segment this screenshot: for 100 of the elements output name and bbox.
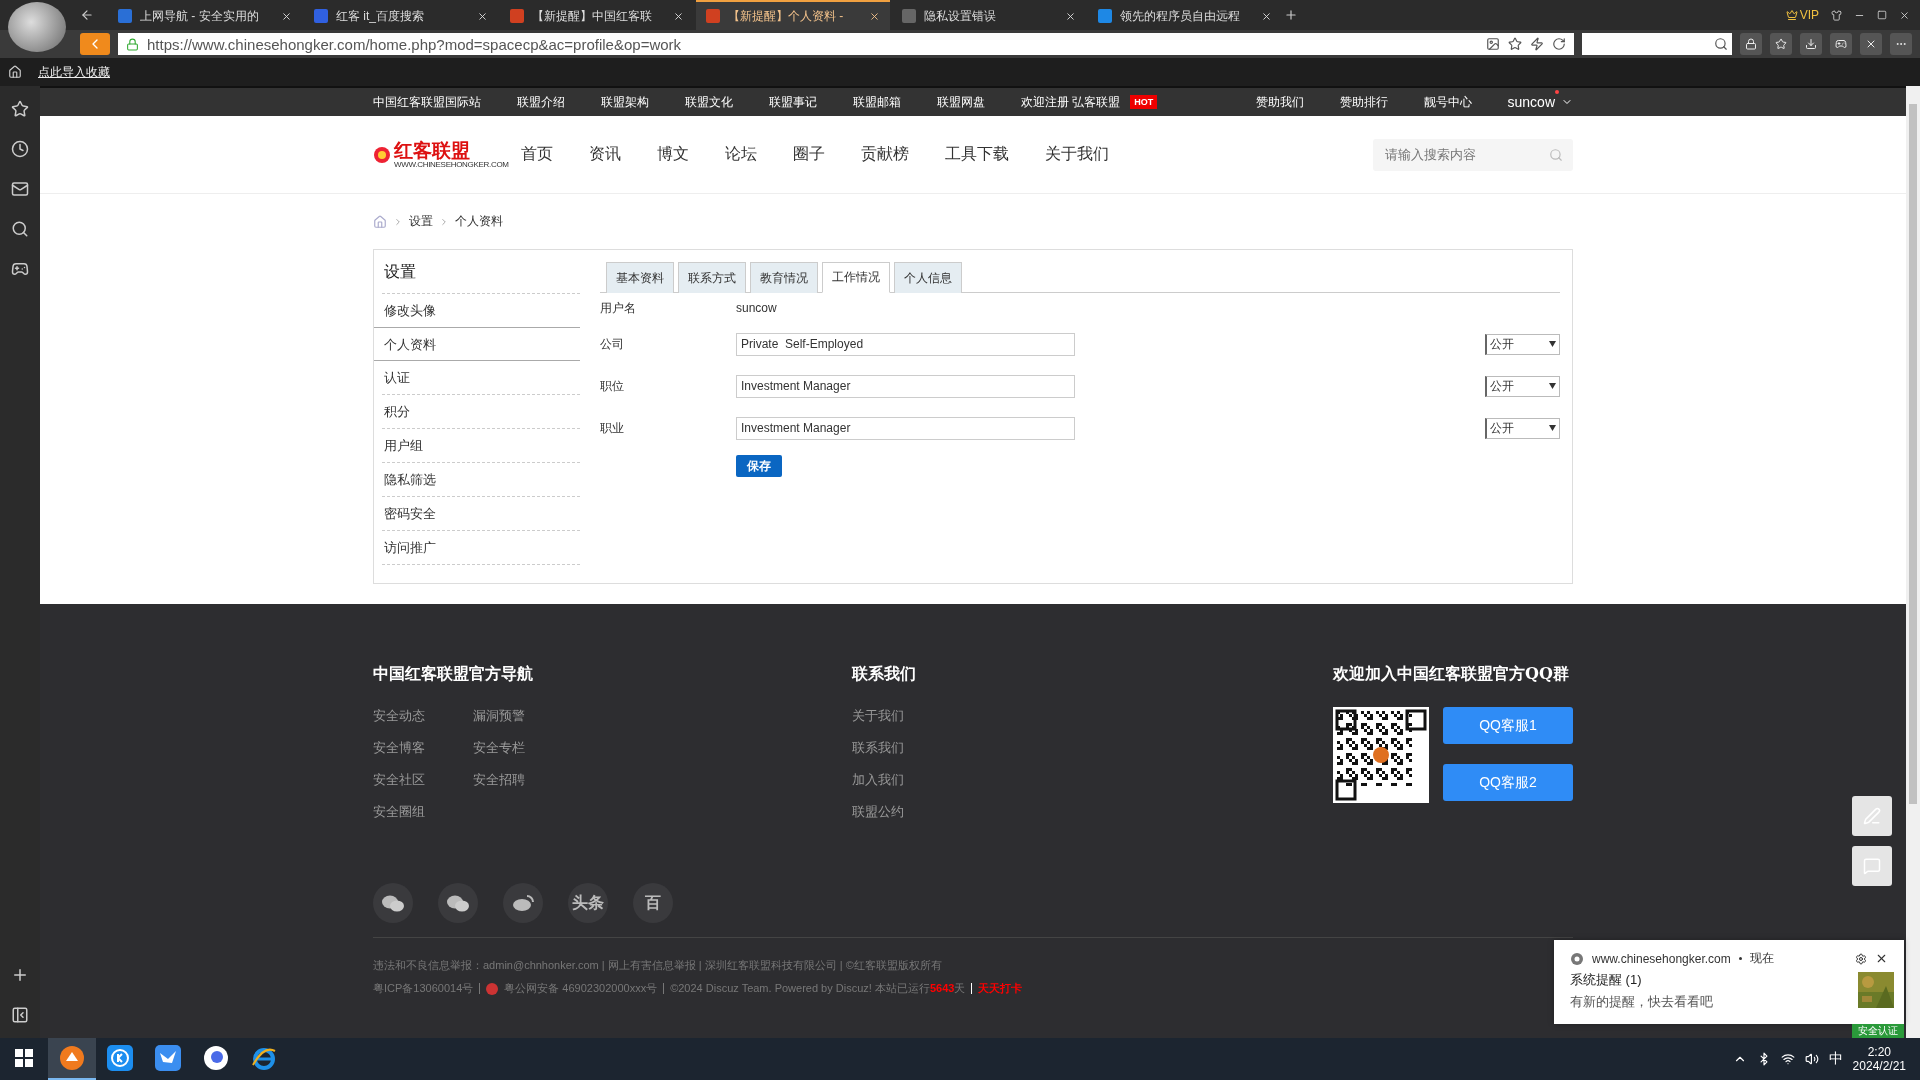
profile-tab[interactable]: 基本资料	[606, 262, 674, 293]
close-tab-icon[interactable]	[673, 10, 684, 22]
nav-link[interactable]: 资讯	[588, 144, 621, 165]
settings-menu-item[interactable]: 积分	[382, 395, 580, 429]
close-tab-icon[interactable]	[281, 10, 292, 22]
bird-app-icon[interactable]	[155, 1045, 181, 1071]
top-nav-link[interactable]: 靓号中心	[1423, 93, 1472, 111]
collapse-icon[interactable]	[11, 1006, 29, 1024]
wechat-icon[interactable]	[438, 883, 478, 923]
privacy-select[interactable]: 公开	[1485, 417, 1560, 439]
footer-link[interactable]: 关于我们	[852, 707, 952, 725]
profile-tab[interactable]: 联系方式	[678, 262, 746, 293]
clock-icon[interactable]	[11, 140, 29, 158]
footer-link[interactable]: 安全博客	[373, 739, 473, 757]
top-nav-link[interactable]: 赞助排行	[1339, 93, 1388, 111]
footer-link[interactable]: 安全圈组	[373, 803, 473, 821]
download-icon[interactable]	[1800, 33, 1822, 55]
nav-link[interactable]: 博文	[656, 144, 689, 165]
home-icon[interactable]	[8, 65, 22, 79]
settings-icon[interactable]	[1855, 952, 1867, 965]
gamepad-icon[interactable]	[11, 260, 29, 278]
top-nav-link[interactable]: 联盟文化	[685, 93, 733, 111]
close-icon[interactable]	[1899, 9, 1910, 21]
settings-menu-item[interactable]: 密码安全	[382, 497, 580, 531]
close-icon[interactable]	[1875, 952, 1888, 965]
close-tab-icon[interactable]	[1261, 10, 1272, 22]
logo-icon[interactable]	[373, 144, 391, 165]
scrollbar-thumb[interactable]	[1909, 104, 1917, 804]
search-icon[interactable]	[1714, 37, 1728, 51]
input-field[interactable]: Investment Manager	[736, 374, 1075, 398]
settings-menu-item[interactable]: 用户组	[382, 429, 580, 463]
reload-icon[interactable]	[1552, 37, 1566, 51]
settings-menu-item[interactable]: 隐私筛选	[382, 463, 580, 497]
add-icon[interactable]	[11, 966, 29, 984]
breadcrumb-link[interactable]: 设置	[409, 213, 433, 230]
input-field[interactable]: Investment Manager	[736, 416, 1075, 440]
nav-link[interactable]: 工具下载	[944, 144, 1009, 165]
profile-tab[interactable]: 个人信息	[894, 262, 962, 293]
import-bookmarks-link[interactable]: 点此导入收藏	[38, 63, 110, 81]
browser-tab[interactable]: 领先的程序员自由远程	[1088, 0, 1282, 30]
site-logo[interactable]: 红客联盟	[394, 140, 509, 160]
caret-icon[interactable]	[1549, 341, 1556, 347]
gamepad-icon[interactable]	[1830, 33, 1852, 55]
footer-link[interactable]: 安全动态	[373, 707, 473, 725]
caret-icon[interactable]	[1549, 383, 1556, 389]
clock-date[interactable]: 2024/2/21	[1852, 1059, 1906, 1073]
top-nav-link[interactable]: 联盟介绍	[517, 93, 565, 111]
social-link[interactable]: 百	[633, 883, 673, 923]
profile-tab[interactable]: 工作情况	[822, 262, 890, 293]
volume-icon[interactable]	[1804, 1052, 1819, 1066]
privacy-select[interactable]: 公开	[1485, 333, 1560, 355]
close-icon[interactable]	[1860, 33, 1882, 55]
top-nav-link[interactable]: 联盟邮箱	[853, 93, 901, 111]
mail-icon[interactable]	[11, 180, 29, 198]
wifi-icon[interactable]	[1780, 1052, 1795, 1066]
vip-badge[interactable]: VIP	[1785, 8, 1819, 22]
notification-popup[interactable]: www.chinesehongker.com 现在 系统提醒 (1) 有新的提醒，快去看看吧	[1554, 940, 1904, 1024]
browser-tab[interactable]: 【新提醒】中国红客联	[500, 0, 694, 30]
more-icon[interactable]	[1890, 33, 1912, 55]
settings-menu-item[interactable]: 个人资料	[374, 327, 580, 361]
site-search-field[interactable]: 请输入搜索内容	[1373, 138, 1573, 171]
save-button[interactable]: 保存	[736, 455, 782, 477]
close-tab-icon[interactable]	[869, 10, 880, 22]
skin-icon[interactable]	[1831, 9, 1842, 21]
caret-icon[interactable]	[1549, 425, 1556, 431]
top-nav-link[interactable]: 欢迎注册 弘客联盟	[1021, 93, 1121, 111]
undo-icon[interactable]	[80, 8, 94, 22]
top-nav-link[interactable]: 中国红客联盟国际站	[373, 93, 481, 111]
nav-link[interactable]: 论坛	[724, 144, 757, 165]
top-nav-link[interactable]: 赞助我们	[1255, 93, 1304, 111]
nav-link[interactable]: 关于我们	[1044, 144, 1109, 165]
social-link[interactable]: 头条	[568, 883, 608, 923]
clock-time[interactable]: 2:20	[1867, 1045, 1891, 1059]
footer-link[interactable]: 安全专栏	[473, 739, 573, 757]
ie-app-icon[interactable]	[251, 1045, 277, 1071]
star-icon[interactable]	[1508, 37, 1522, 51]
lightning-icon[interactable]	[1530, 37, 1544, 51]
settings-menu-item[interactable]: 认证	[382, 361, 580, 395]
new-tab-icon[interactable]	[1284, 8, 1298, 22]
footer-link[interactable]: 漏洞预警	[473, 707, 573, 725]
top-nav-link[interactable]: 联盟架构	[601, 93, 649, 111]
search-icon[interactable]	[11, 220, 29, 238]
wechat-icon[interactable]	[373, 883, 413, 923]
maximize-icon[interactable]	[1877, 10, 1887, 20]
breadcrumb-link[interactable]: 个人资料	[455, 213, 503, 230]
footer-link[interactable]: 安全社区	[373, 771, 473, 789]
input-field[interactable]: Private Self-Employed	[736, 332, 1075, 356]
lock-icon[interactable]	[1740, 33, 1762, 55]
footer-link[interactable]: 安全招聘	[473, 771, 573, 789]
profile-tab[interactable]: 教育情况	[750, 262, 818, 293]
browser-tab[interactable]: 【新提醒】个人资料 -	[696, 0, 890, 30]
nav-link[interactable]: 首页	[520, 144, 553, 165]
weibo-icon[interactable]	[503, 883, 543, 923]
k-app-icon[interactable]	[107, 1045, 133, 1071]
footer-link[interactable]: 加入我们	[852, 771, 952, 789]
top-nav-link[interactable]: 联盟事记	[769, 93, 817, 111]
image-icon[interactable]	[1486, 37, 1500, 51]
browser-tab[interactable]: 红客 it_百度搜索	[304, 0, 498, 30]
top-nav-link[interactable]: 联盟网盘	[937, 93, 985, 111]
browser-tab[interactable]: 隐私设置错误	[892, 0, 1086, 30]
